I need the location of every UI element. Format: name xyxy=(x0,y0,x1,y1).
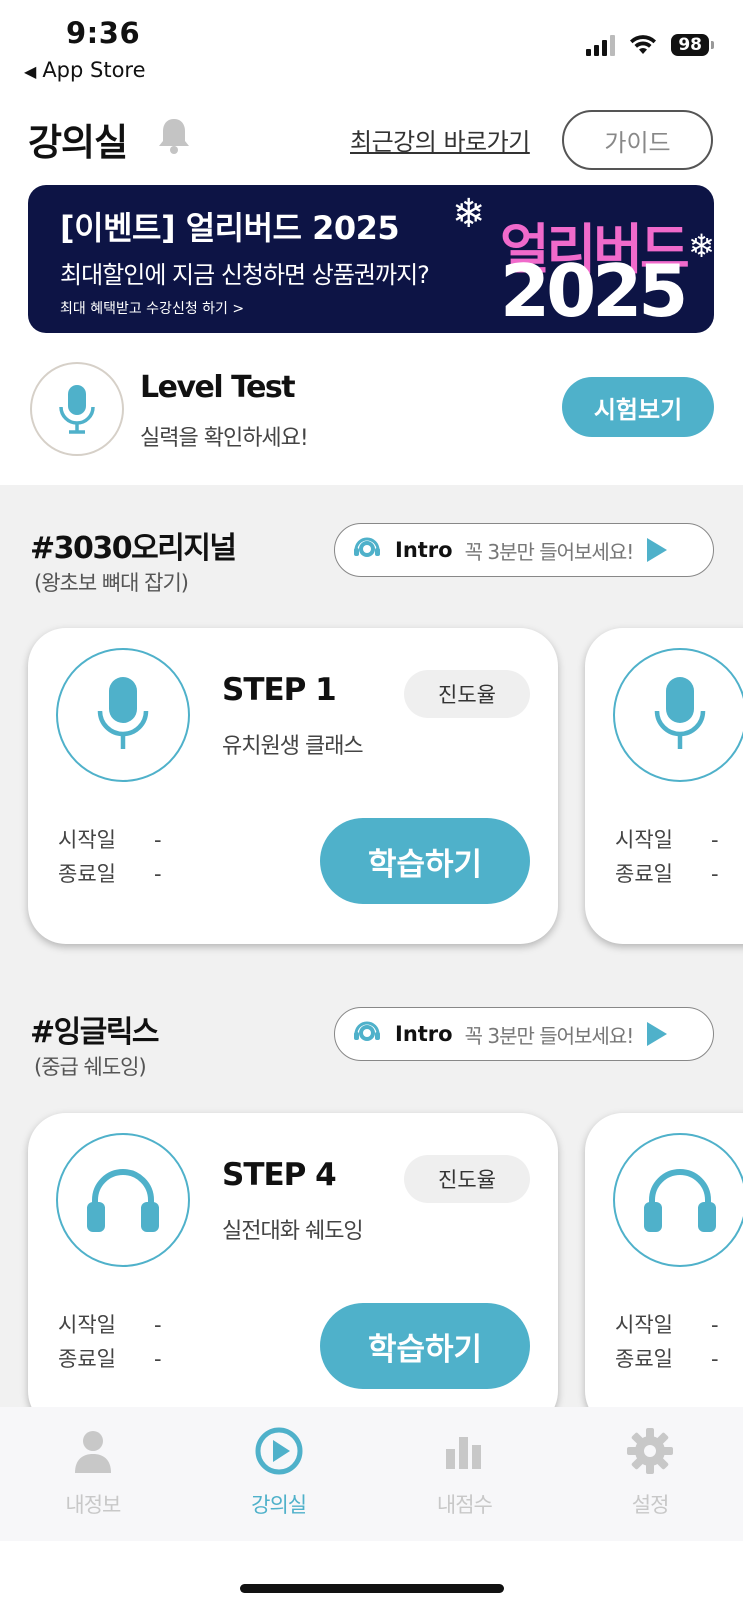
course-card-peek[interactable]: 시작일 - 종료일 - xyxy=(585,628,743,944)
intro-button[interactable]: Intro 꼭 3분만 들어보세요! xyxy=(334,1007,714,1061)
level-test-title: Level Test xyxy=(140,370,296,405)
play-icon xyxy=(647,1022,668,1046)
tab-label: 설정 xyxy=(631,1493,670,1517)
course-title: #3030오리지널 xyxy=(30,531,237,566)
battery-icon: 98 xyxy=(671,34,714,56)
start-date-row: 시작일 - xyxy=(615,1309,719,1339)
progress-badge: 진도율 xyxy=(404,670,530,718)
card-icon-circle xyxy=(613,1133,743,1267)
end-date-label: 종료일 xyxy=(615,862,673,886)
end-date-row: 종료일 - xyxy=(58,858,162,888)
intro-label: Intro xyxy=(395,1022,453,1046)
take-test-button[interactable]: 시험보기 xyxy=(562,377,714,437)
card-icon-circle xyxy=(56,1133,190,1267)
tab-my-info[interactable]: 내정보 xyxy=(0,1407,186,1541)
headset-icon xyxy=(354,1021,380,1041)
start-date-label: 시작일 xyxy=(615,1313,673,1337)
tab-settings[interactable]: 설정 xyxy=(557,1407,743,1541)
end-date-row: 종료일 - xyxy=(615,858,719,888)
headphones-icon xyxy=(644,1169,716,1232)
intro-label: Intro xyxy=(395,538,453,562)
course-subtitle: (왕초보 뼈대 잡기) xyxy=(34,571,189,595)
course-title: #잉글릭스 xyxy=(30,1015,160,1050)
card-icon-circle xyxy=(613,648,743,782)
microphone-icon xyxy=(654,677,706,749)
start-date-row: 시작일 - xyxy=(615,824,719,854)
snowflake-icon: ❄ xyxy=(452,191,486,237)
play-icon xyxy=(647,538,668,562)
end-date-value: - xyxy=(710,1347,719,1371)
card-step: STEP 4 xyxy=(222,1157,337,1193)
microphone-icon xyxy=(97,677,149,749)
study-button[interactable]: 학습하기 xyxy=(320,818,530,904)
start-date-row: 시작일 - xyxy=(58,824,162,854)
level-test-subtitle: 실력을 확인하세요! xyxy=(140,426,309,451)
bell-icon[interactable] xyxy=(156,116,192,156)
start-date-value: - xyxy=(710,1313,719,1337)
tab-my-score[interactable]: 내점수 xyxy=(372,1407,558,1541)
end-date-value: - xyxy=(710,862,719,886)
tab-label: 강의실 xyxy=(251,1493,307,1517)
banner-art-year: 2025 xyxy=(500,249,688,333)
banner-cta-text: 최대 혜택받고 수강신청 하기 > xyxy=(60,301,245,317)
card-class-name: 실전대화 쉐도잉 xyxy=(222,1219,364,1244)
tab-label: 내점수 xyxy=(436,1493,493,1517)
guide-button[interactable]: 가이드 xyxy=(562,110,713,170)
headphones-icon xyxy=(87,1169,159,1232)
banner-subtitle: 최대할인에 지금 신청하면 상품권까지? xyxy=(60,261,430,289)
start-date-value: - xyxy=(710,828,719,852)
page-title: 강의실 xyxy=(28,121,128,164)
course-card-peek[interactable]: 시작일 - 종료일 - xyxy=(585,1113,743,1407)
status-icons: 98 xyxy=(586,34,714,56)
end-date-label: 종료일 xyxy=(58,862,116,886)
start-date-label: 시작일 xyxy=(58,828,116,852)
start-date-value: - xyxy=(153,828,162,852)
course-subtitle: (중급 쉐도잉) xyxy=(34,1055,147,1079)
end-date-label: 종료일 xyxy=(58,1347,116,1371)
course-list: #3030오리지널 (왕초보 뼈대 잡기) Intro 꼭 3분만 들어보세요!… xyxy=(0,485,743,1407)
card-step: STEP 1 xyxy=(222,672,337,708)
start-date-label: 시작일 xyxy=(58,1313,116,1337)
home-indicator xyxy=(240,1584,504,1593)
start-date-value: - xyxy=(153,1313,162,1337)
back-arrow-icon: ◀ xyxy=(24,62,37,81)
card-icon-circle xyxy=(56,648,190,782)
wifi-icon xyxy=(630,35,657,54)
person-icon xyxy=(67,1425,119,1477)
progress-badge: 진도율 xyxy=(404,1155,530,1203)
snowflake-icon: ❄ xyxy=(688,227,714,265)
end-date-value: - xyxy=(153,1347,162,1371)
start-date-label: 시작일 xyxy=(615,828,673,852)
level-test-icon-circle xyxy=(30,362,124,456)
end-date-row: 종료일 - xyxy=(58,1343,162,1373)
recent-lecture-link[interactable]: 최근강의 바로가기 xyxy=(350,122,530,157)
start-date-row: 시작일 - xyxy=(58,1309,162,1339)
end-date-row: 종료일 - xyxy=(615,1343,719,1373)
end-date-value: - xyxy=(153,862,162,886)
study-button[interactable]: 학습하기 xyxy=(320,1303,530,1389)
intro-text: 꼭 3분만 들어보세요! xyxy=(464,539,635,564)
bar-chart-icon xyxy=(438,1425,490,1477)
course-card[interactable]: STEP 4 진도율 실전대화 쉐도잉 시작일 - 종료일 - 학습하기 xyxy=(28,1113,558,1407)
tab-label: 내정보 xyxy=(65,1493,121,1517)
microphone-icon xyxy=(59,385,95,434)
tab-classroom[interactable]: 강의실 xyxy=(186,1407,372,1541)
intro-button[interactable]: Intro 꼭 3분만 들어보세요! xyxy=(334,523,714,577)
headset-icon xyxy=(354,537,380,557)
gear-icon xyxy=(624,1425,676,1477)
status-time: 9:36 xyxy=(66,16,141,50)
cellular-signal-icon xyxy=(586,34,616,56)
event-banner[interactable]: [이벤트] 얼리버드 2025 최대할인에 지금 신청하면 상품권까지? 최대 … xyxy=(28,185,714,333)
end-date-label: 종료일 xyxy=(615,1347,673,1371)
intro-text: 꼭 3분만 들어보세요! xyxy=(464,1023,635,1048)
back-label: App Store xyxy=(42,58,146,82)
card-class-name: 유치원생 클래스 xyxy=(222,734,364,759)
bottom-tab-bar: 내정보 강의실 내점수 설정 xyxy=(0,1407,743,1541)
banner-title: [이벤트] 얼리버드 2025 xyxy=(60,209,400,247)
course-card[interactable]: STEP 1 진도율 유치원생 클래스 시작일 - 종료일 - 학습하기 xyxy=(28,628,558,944)
back-to-app-store[interactable]: ◀ App Store xyxy=(24,58,146,82)
play-circle-icon xyxy=(253,1425,305,1477)
